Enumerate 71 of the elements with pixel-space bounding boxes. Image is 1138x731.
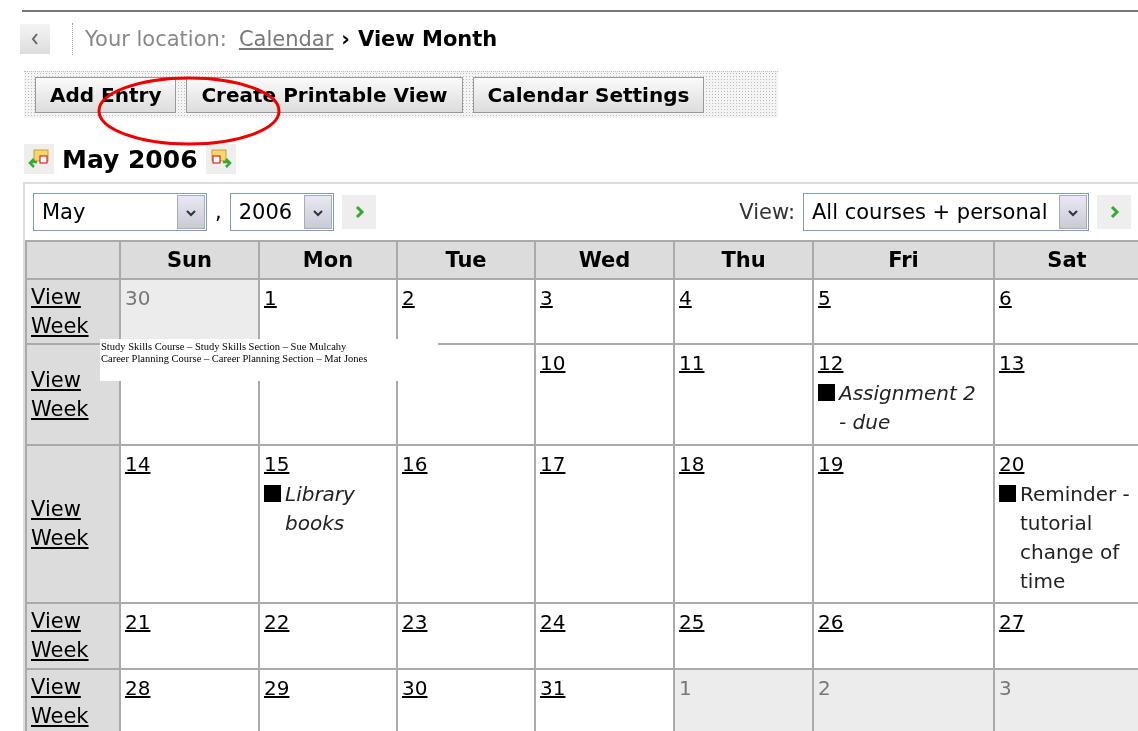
calendar-arrow-right-icon [208,148,233,170]
day-link[interactable]: 4 [679,286,692,310]
chevron-left-icon [30,32,40,46]
day-link[interactable]: 29 [264,676,290,700]
view-week-link[interactable]: View Week [31,495,89,553]
view-week-link[interactable]: View Week [31,673,89,731]
day-link[interactable]: 1 [264,286,277,310]
day-link[interactable]: 18 [679,452,705,476]
breadcrumb-current: View Month [358,27,498,51]
view-dropdown[interactable]: All courses + personal [803,193,1089,231]
day-link[interactable]: 12 [818,351,844,375]
event-marker-icon [818,384,835,401]
day-link[interactable]: 15 [264,452,290,476]
day-link[interactable]: 5 [818,286,831,310]
day-number: 2 [818,676,831,700]
day-link[interactable]: 24 [540,610,566,634]
day-link[interactable]: 31 [540,676,566,700]
day-link[interactable]: 20 [999,452,1025,476]
calendar-arrow-left-icon [27,148,51,170]
day-link[interactable]: 28 [125,676,151,700]
view-week-link[interactable]: View Week [31,365,89,424]
day-link[interactable]: 6 [999,286,1012,310]
view-label: View: [739,200,795,224]
view-week-link[interactable]: View Week [31,282,89,341]
day-link[interactable]: 17 [540,452,566,476]
day-number: 30 [125,286,151,310]
column-header: Mon [260,242,398,280]
go-button[interactable] [341,195,376,229]
day-link[interactable]: 26 [818,610,844,634]
column-header: Sun [121,242,260,280]
event-link[interactable]: Library books [285,480,392,538]
go-button[interactable] [1097,195,1131,229]
day-link[interactable]: 11 [679,351,705,375]
day-link[interactable]: 22 [264,610,290,634]
day-link[interactable]: 10 [540,351,566,375]
event-marker-icon [264,485,281,502]
day-link[interactable]: 13 [999,351,1025,375]
year-dropdown[interactable]: 2006 [229,193,334,231]
toolbar-button[interactable]: Calendar Settings [472,77,705,113]
day-link[interactable]: 3 [540,286,553,310]
tooltip-text: Career Planning Course – Career Planning Section – Mat Jones [101,353,369,365]
day-link[interactable]: 21 [125,610,151,634]
event-link[interactable]: Reminder - tutorial change of time [1020,480,1135,596]
day-link[interactable]: 2 [402,286,415,310]
breadcrumb-link[interactable]: Calendar [238,27,334,51]
column-header: Fri [814,242,995,280]
view-week-link[interactable]: View Week [31,607,89,665]
column-header: Thu [675,242,814,280]
breadcrumb-separator: › [341,27,350,51]
day-link[interactable]: 16 [402,452,428,476]
next-month-button[interactable] [205,144,236,174]
day-link[interactable]: 19 [818,452,844,476]
event-marker-icon [999,485,1016,502]
day-link[interactable]: 14 [125,452,151,476]
month-title: May 2006 [62,144,198,174]
day-number: 1 [679,676,692,700]
day-link[interactable]: 30 [402,676,428,700]
column-header: Sat [995,242,1138,280]
month-dropdown[interactable]: May [33,193,207,231]
column-header: Tue [398,242,536,280]
comma-separator: , [215,200,222,224]
day-number: 3 [999,676,1012,700]
event-link[interactable]: Assignment 2 - due [839,379,989,437]
day-link[interactable]: 23 [402,610,428,634]
previous-month-button[interactable] [24,144,54,174]
day-link[interactable]: 25 [679,610,705,634]
column-header: Wed [536,242,675,280]
day-link[interactable]: 27 [999,610,1025,634]
tooltip-text: Study Skills Course – Study Skills Section – Sue Mulcahy [101,341,348,353]
back-button[interactable] [20,24,50,54]
breadcrumb-label: Your location: [85,27,227,51]
